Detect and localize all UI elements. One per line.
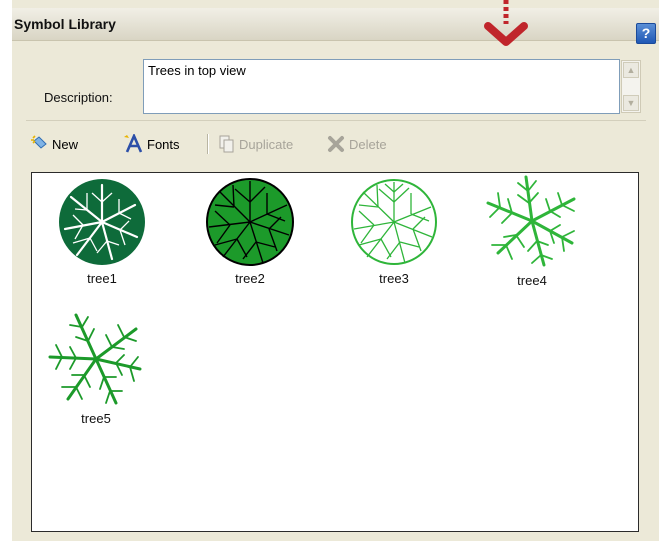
duplicate-button[interactable]: Duplicate (217, 131, 293, 157)
symbol-item[interactable]: tree1 (52, 177, 152, 286)
symbol-label: tree2 (235, 271, 265, 286)
symbol-item[interactable]: tree2 (200, 177, 300, 286)
description-field[interactable]: Trees in top view (143, 59, 620, 114)
symbol-label: tree4 (517, 273, 547, 288)
duplicate-label: Duplicate (239, 136, 294, 152)
delete-button[interactable]: Delete (327, 131, 387, 157)
new-button[interactable]: New (30, 131, 78, 157)
delete-label: Delete (349, 136, 387, 152)
fonts-button[interactable]: Fonts (123, 131, 180, 157)
panel-title: Symbol Library (14, 16, 116, 32)
new-label: New (52, 136, 79, 152)
delete-icon (328, 136, 344, 152)
toolbar-separator (207, 134, 209, 154)
symbol-library-panel: Symbol Library ? Description: Trees in t… (12, 0, 659, 541)
new-icon (31, 135, 47, 149)
scroll-up-icon[interactable]: ▲ (623, 62, 639, 78)
fonts-icon (124, 134, 143, 153)
duplicate-icon (219, 135, 234, 153)
scroll-down-icon[interactable]: ▼ (623, 95, 639, 111)
symbol-item[interactable]: tree3 (344, 177, 444, 286)
fonts-label: Fonts (147, 136, 180, 152)
tree1-symbol-icon (59, 179, 145, 265)
symbol-item[interactable]: tree4 (482, 173, 582, 288)
description-label: Description: (44, 90, 113, 105)
symbol-label: tree1 (87, 271, 117, 286)
symbol-list[interactable]: tree1 tree2 tree3 tree4 tree5 (31, 172, 639, 532)
tree5-symbol-icon (48, 313, 142, 405)
toolbar: New Fonts Duplicate Delete (28, 131, 648, 157)
symbol-label: tree3 (379, 271, 409, 286)
help-icon[interactable]: ? (636, 23, 656, 44)
titlebar: Symbol Library ? (12, 8, 659, 44)
symbol-item[interactable]: tree5 (46, 311, 146, 426)
tree3-symbol-icon (351, 179, 437, 265)
symbol-label: tree5 (81, 411, 111, 426)
description-scrollbar[interactable]: ▲ ▼ (621, 60, 641, 113)
tree2-symbol-icon (206, 178, 294, 266)
tree4-symbol-icon (486, 175, 576, 267)
divider (26, 120, 646, 121)
callout-arrow-icon (484, 0, 528, 46)
